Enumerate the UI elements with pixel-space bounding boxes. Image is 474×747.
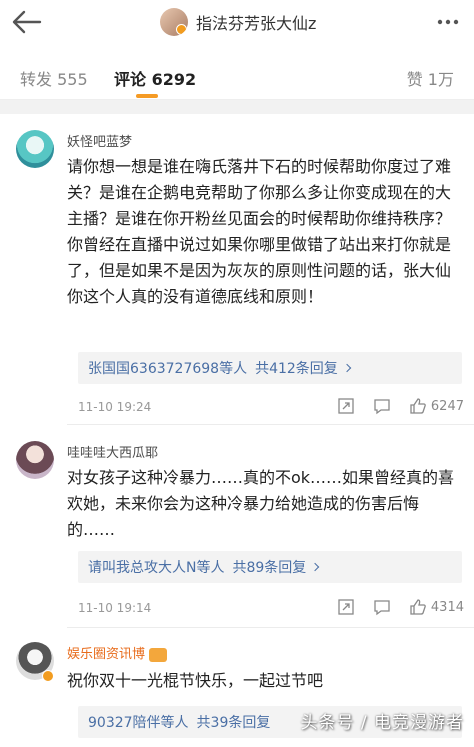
tab-bar: 转发 555 评论 6292 赞 1万 (0, 50, 474, 100)
reply-count[interactable]: 共89条回复 (232, 557, 306, 577)
watermark: 头条号 / 电竞漫游者 (300, 713, 464, 733)
comment-username[interactable]: 妖怪吧蓝梦 (67, 131, 132, 150)
divider (67, 424, 474, 425)
tab-repost[interactable]: 转发 555 (20, 66, 88, 90)
reply-summary[interactable]: 请叫我总攻大人N等人 共89条回复 (78, 551, 462, 583)
reply-users[interactable]: 张国国6363727698等人 (88, 358, 247, 378)
reply-count[interactable]: 共412条回复 (255, 358, 338, 378)
repost-icon[interactable] (337, 598, 355, 616)
repost-icon[interactable] (337, 397, 355, 415)
avatar[interactable] (16, 441, 54, 479)
back-arrow-icon[interactable] (10, 8, 44, 36)
comment-username[interactable]: 娱乐圈资讯博 (67, 643, 168, 662)
thumbs-up-icon[interactable] (409, 397, 427, 415)
author-avatar[interactable] (160, 8, 188, 36)
reply-summary[interactable]: 张国国6363727698等人 共412条回复 (78, 352, 462, 384)
comment-text: 请你想一想是谁在嗨氏落井下石的时候帮助你度过了难关？是谁在企鹅电竞帮助了你那么多… (67, 157, 452, 306)
header-title-group[interactable]: 指法芬芳张大仙z (160, 6, 316, 38)
chevron-right-icon (311, 562, 320, 572)
comment-username[interactable]: 哇哇哇大西瓜耶 (67, 442, 158, 461)
page-title: 指法芬芳张大仙z (196, 14, 317, 33)
more-dots-icon[interactable] (436, 10, 460, 34)
member-crown-icon (149, 647, 168, 662)
avatar[interactable] (16, 130, 54, 168)
comment-time: 11-10 19:24 (78, 400, 152, 414)
tab-like[interactable]: 赞 1万 (407, 66, 454, 90)
active-tab-indicator (136, 94, 158, 98)
chevron-right-icon (342, 363, 352, 373)
section-divider (0, 100, 474, 114)
reply-users[interactable]: 请叫我总攻大人N等人 (88, 557, 224, 577)
top-bar: 指法芬芳张大仙z (0, 0, 474, 44)
reply-count[interactable]: 共39条回复 (197, 712, 271, 732)
comment-actions: 4314 (319, 597, 464, 617)
comment-time: 11-10 19:14 (78, 601, 152, 615)
divider (67, 627, 474, 628)
tab-comment[interactable]: 评论 6292 (114, 66, 196, 90)
comment-username-text: 娱乐圈资讯博 (67, 647, 146, 662)
comment-icon[interactable] (373, 397, 391, 415)
verified-badge-icon (42, 670, 54, 682)
comment-actions: 6247 (319, 396, 464, 416)
comment-text: 对女孩子这种冷暴力……真的不ok……如果曾经真的喜欢她，未来你会为这种冷暴力给她… (67, 468, 455, 539)
thumbs-up-icon[interactable] (409, 598, 427, 616)
comment-text: 祝你双十一光棍节快乐，一起过节吧 (67, 671, 324, 690)
like-count: 6247 (430, 398, 464, 414)
comment-icon[interactable] (373, 598, 391, 616)
like-count: 4314 (430, 599, 464, 615)
reply-users[interactable]: 90327陪伴等人 (88, 712, 189, 732)
